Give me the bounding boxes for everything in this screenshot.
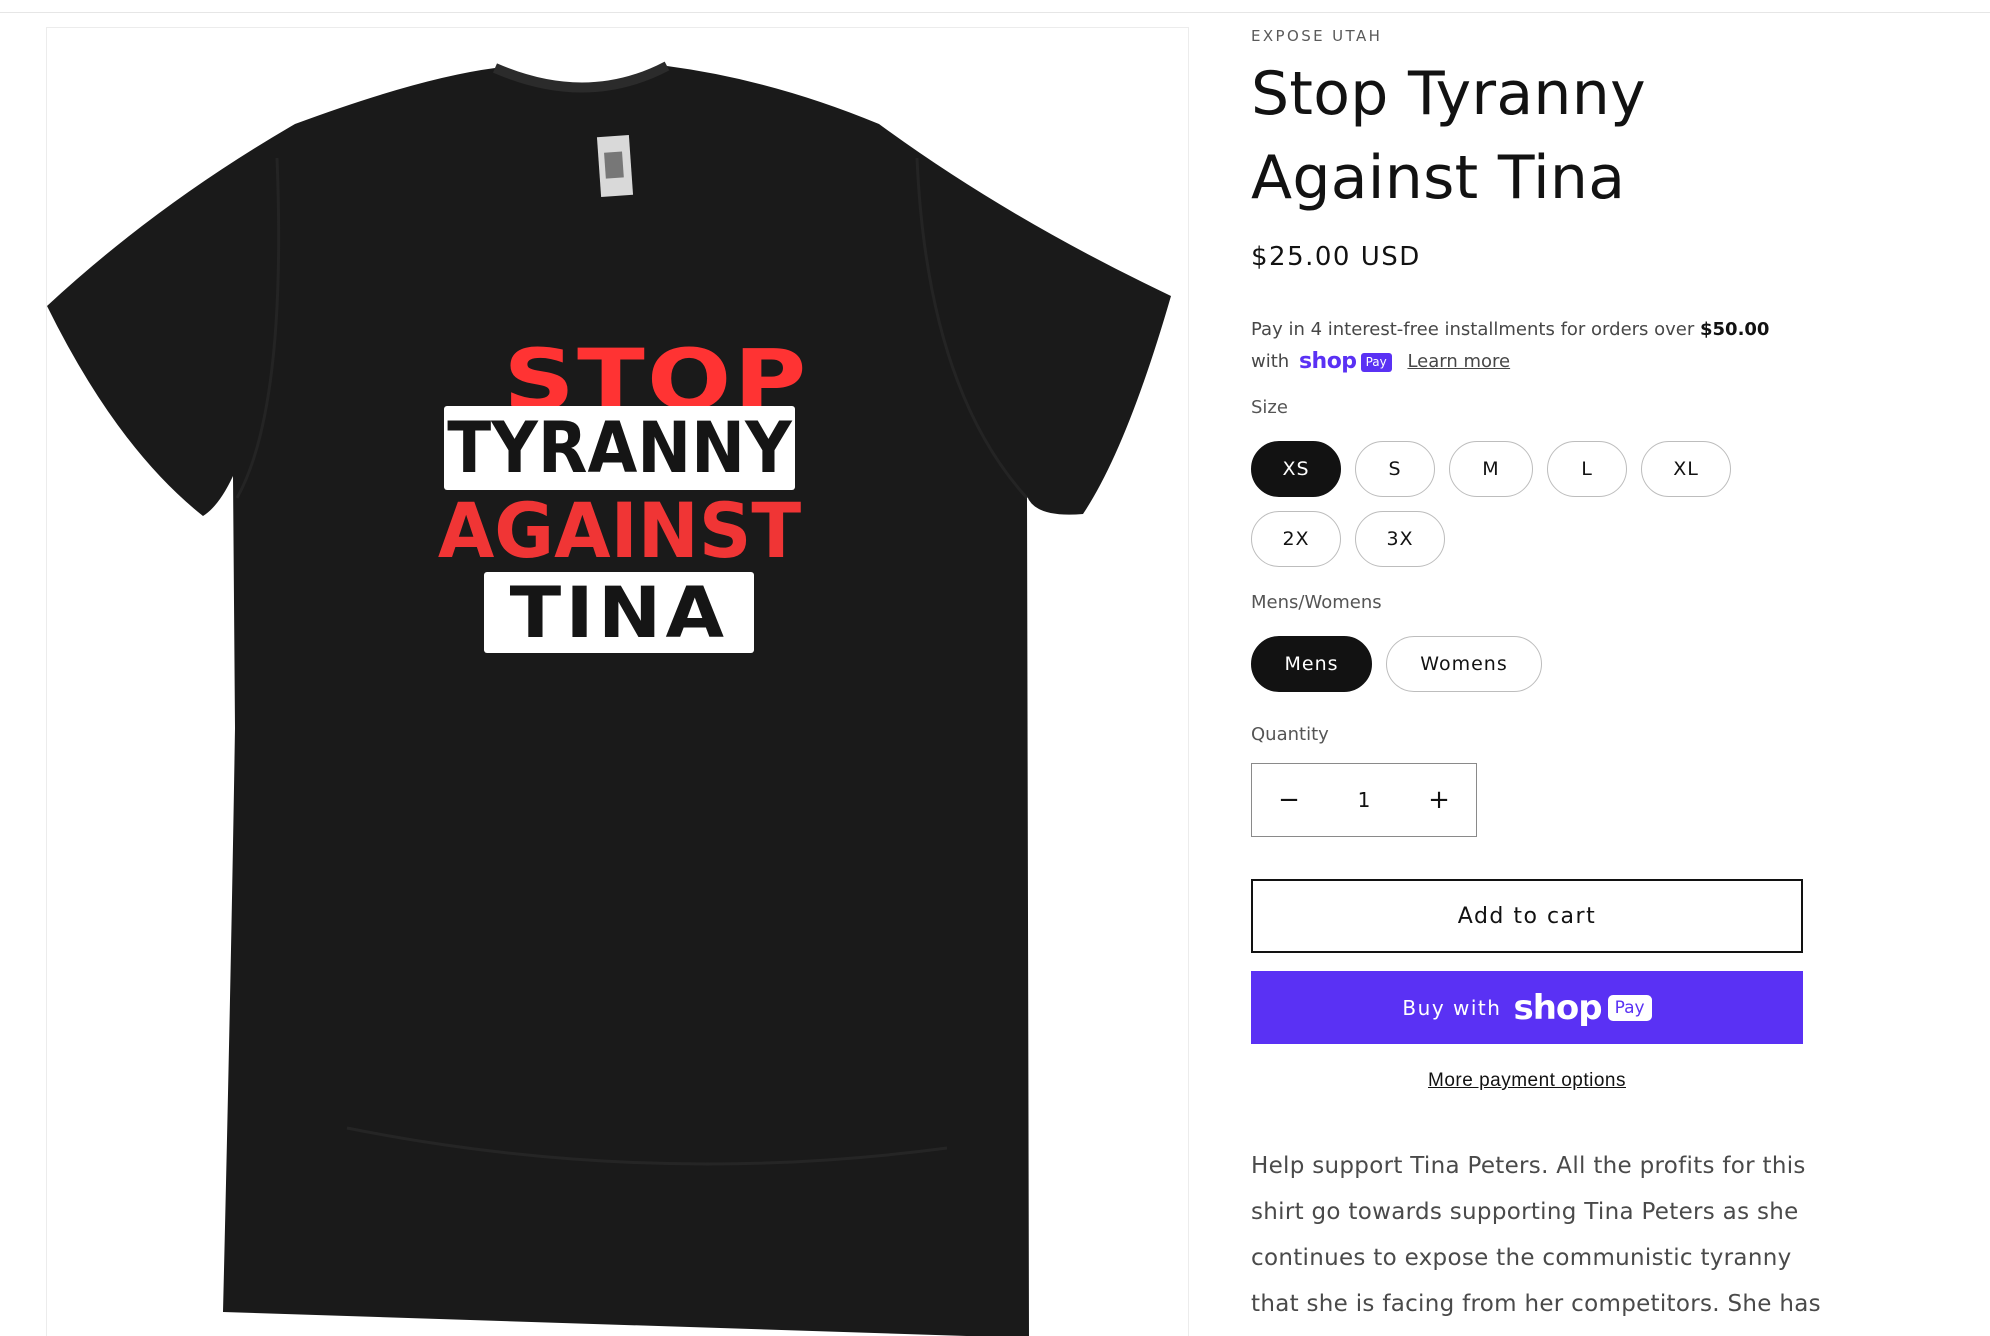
- print-line-tina: TINA: [509, 571, 729, 654]
- gender-option-womens[interactable]: Womens: [1386, 636, 1542, 692]
- installments-with: with: [1251, 351, 1290, 372]
- product-image[interactable]: STOP TYRANNY AGAINST TINA: [46, 27, 1189, 1336]
- quantity-increase-button[interactable]: +: [1402, 764, 1476, 836]
- shirt-print: STOP TYRANNY AGAINST TINA: [47, 28, 1188, 1336]
- size-option-xs[interactable]: XS: [1251, 441, 1341, 497]
- add-to-cart-button[interactable]: Add to cart: [1251, 879, 1803, 953]
- gender-option-mens[interactable]: Mens: [1251, 636, 1372, 692]
- shop-pay-chip: Pay: [1360, 352, 1392, 372]
- gender-label: Mens/Womens: [1251, 592, 1382, 613]
- print-line-against: AGAINST: [437, 486, 802, 575]
- vendor-name: EXPOSE UTAH: [1251, 27, 1383, 45]
- size-label: Size: [1251, 397, 1288, 418]
- shop-pay-wordmark-button: shop: [1513, 987, 1602, 1028]
- buy-with-shop-pay-button[interactable]: Buy with shop Pay: [1251, 971, 1803, 1044]
- product-description: Help support Tina Peters. All the profit…: [1251, 1153, 1821, 1317]
- size-option-s[interactable]: S: [1355, 441, 1435, 497]
- quantity-stepper: − 1 +: [1251, 763, 1477, 837]
- shop-pay-wordmark: shop: [1298, 349, 1357, 374]
- size-option-l[interactable]: L: [1547, 441, 1627, 497]
- buy-with-label: Buy with: [1402, 995, 1502, 1020]
- size-option-2x[interactable]: 2X: [1251, 511, 1341, 567]
- shop-pay-logo: shop Pay: [1299, 346, 1392, 378]
- installments-text: Pay in 4 interest-free installments for …: [1251, 319, 1700, 340]
- size-option-3x[interactable]: 3X: [1355, 511, 1445, 567]
- size-option-xl[interactable]: XL: [1641, 441, 1731, 497]
- learn-more-link[interactable]: Learn more: [1407, 351, 1510, 372]
- installments-banner: Pay in 4 interest-free installments for …: [1251, 314, 1811, 378]
- product-price: $25.00 USD: [1251, 242, 1421, 272]
- quantity-label: Quantity: [1251, 724, 1329, 745]
- product-title: Stop Tyranny Against Tina: [1251, 59, 1646, 213]
- installments-threshold: $50.00: [1700, 319, 1770, 340]
- more-payment-options-link[interactable]: More payment options: [1251, 1070, 1803, 1092]
- quantity-input[interactable]: 1: [1326, 788, 1402, 812]
- quantity-decrease-button[interactable]: −: [1252, 764, 1326, 836]
- size-option-m[interactable]: M: [1449, 441, 1533, 497]
- print-line-tyranny: TYRANNY: [447, 407, 792, 489]
- header-divider: [0, 12, 1990, 13]
- shop-pay-chip-button: Pay: [1607, 994, 1652, 1021]
